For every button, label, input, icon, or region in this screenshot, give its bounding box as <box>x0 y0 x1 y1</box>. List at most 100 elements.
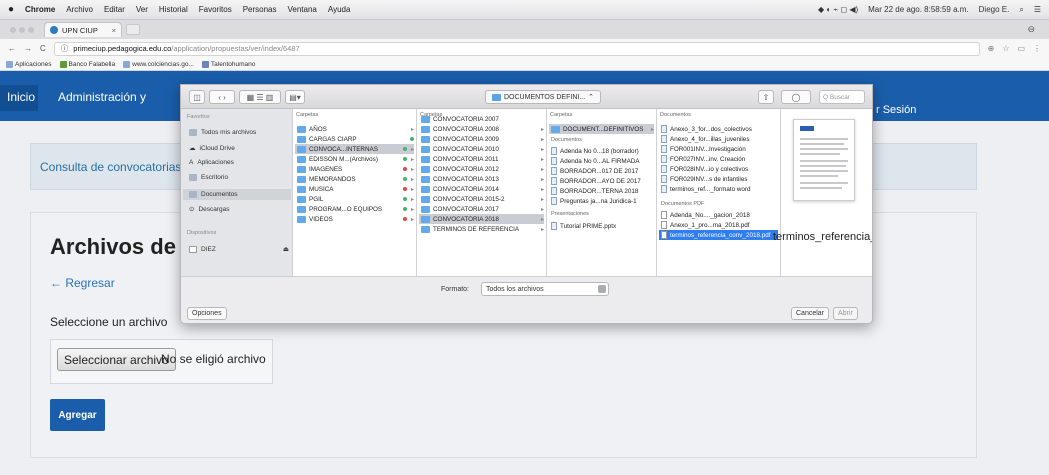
sidebar-item-downloads[interactable]: ⊙ Descargas <box>189 205 230 214</box>
close-icon[interactable]: × <box>112 26 116 35</box>
folder-row[interactable]: EDISSON M...(Archivos) ▸ <box>295 154 414 164</box>
file-row[interactable]: FOR027INV...inv. Creación <box>659 154 778 164</box>
file-row[interactable]: BORRADOR...AYO DE 2017 <box>549 176 654 186</box>
folder-row[interactable]: CONVOCATORIA 2010 ▸ <box>419 144 544 154</box>
zoom-icon[interactable]: ⊕ <box>988 44 995 53</box>
file-row[interactable]: Adenda_No...._gacion_2018 <box>659 210 778 220</box>
address-bar-row: ← → C ⓘ primeciup.pedagogica.edu.co/appl… <box>0 39 1049 58</box>
menu-item[interactable]: Ventana <box>288 5 317 14</box>
window-controls[interactable] <box>10 26 34 33</box>
nav-admin-link[interactable]: Administración y <box>58 90 146 104</box>
file-row-selected[interactable]: terminos_referencia_conv_2018.pdf <box>659 230 778 240</box>
file-row[interactable]: Anexo_4_for...illas_juveniles <box>659 134 778 144</box>
folder-row[interactable]: CONVOCATORIA 2017 ▸ <box>419 204 544 214</box>
sidebar-item-device[interactable]: DIEZ ⏏ <box>189 245 289 253</box>
bookmark-item[interactable]: Banco Falabella <box>59 60 115 68</box>
file-row[interactable]: FOR001INV...Investigación <box>659 144 778 154</box>
menu-item[interactable]: Archivo <box>66 5 93 14</box>
menu-item[interactable]: Editar <box>104 5 125 14</box>
menu-item[interactable]: Ayuda <box>328 5 351 14</box>
menu-app-name[interactable]: Chrome <box>25 5 55 14</box>
folder-row[interactable]: IMAGENES ▸ <box>295 164 414 174</box>
star-icon[interactable]: ☆ <box>1002 44 1009 53</box>
arrange-icon[interactable]: ▤▾ <box>285 90 305 104</box>
folder-row-selected[interactable]: CONVOCA...INTERNAS ▸ <box>295 144 414 154</box>
folder-row[interactable]: MEMORANDOS ▸ <box>295 174 414 184</box>
format-select[interactable]: Todos los archivos <box>481 282 609 296</box>
bookmark-item[interactable]: Talentohumano <box>201 60 255 68</box>
folder-row[interactable]: PGIL ▸ <box>295 194 414 204</box>
file-row[interactable]: Adenda No 0...18 (borrador) <box>549 146 654 156</box>
nav-home-link[interactable]: Inicio <box>0 85 38 111</box>
folder-row[interactable]: CONVOCATORIA 2012 ▸ <box>419 164 544 174</box>
spotlight-icon[interactable]: ⌕ <box>1019 5 1023 15</box>
folder-row-selected[interactable]: CONVOCATORIA 2018 ▸ <box>419 214 544 224</box>
folder-row[interactable]: CONVOCATORIA 2011 ▸ <box>419 154 544 164</box>
new-tab-button[interactable] <box>126 24 140 35</box>
file-row[interactable]: terminos_ref..._formato word <box>659 184 778 194</box>
sidebar-item-documents[interactable]: Documentos <box>183 189 291 200</box>
folder-row[interactable]: CONVOCATORIA 2008 ▸ <box>419 124 544 134</box>
add-button[interactable]: Agregar <box>50 399 105 431</box>
folder-row[interactable]: PROGRAM...O EQUIPOS ▸ <box>295 204 414 214</box>
sidebar-item-desktop[interactable]: Escritorio <box>189 174 228 181</box>
back-icon[interactable]: ← <box>8 44 16 53</box>
cancel-button[interactable]: Cancelar <box>791 307 830 320</box>
apple-icon[interactable]: ● <box>8 4 14 15</box>
file-row[interactable]: Tutorial PRIME.pptx <box>549 221 654 231</box>
file-row[interactable]: Anexo_1_pro...ma_2018.pdf <box>659 220 778 230</box>
file-row[interactable]: Adenda No 0...AL FIRMADA <box>549 156 654 166</box>
folder-row[interactable]: CONVOCATORIA 2009 ▸ <box>419 134 544 144</box>
dialog-search-input[interactable]: Q Buscar <box>819 90 865 104</box>
sidebar-item-apps[interactable]: A Aplicaciones <box>189 159 234 166</box>
file-row[interactable]: FOR028INV...io y colectivos <box>659 164 778 174</box>
menu-user[interactable]: Diego E. <box>979 5 1010 14</box>
file-row[interactable]: BORRADOR...TERNA 2018 <box>549 186 654 196</box>
file-row[interactable]: BORRADOR...017 DE 2017 <box>549 166 654 176</box>
folder-row[interactable]: VIDEOS ▸ <box>295 214 414 224</box>
choose-file-button[interactable]: Seleccionar archivo <box>57 348 176 371</box>
browser-tab[interactable]: UPN CIUP × <box>44 22 122 37</box>
cast-icon[interactable]: ▭ <box>1017 44 1025 53</box>
file-row[interactable]: FOR029INV...s de infantiles <box>659 174 778 184</box>
open-button[interactable]: Abrir <box>833 307 858 320</box>
status-icons[interactable]: ◆ ◐ ⌁ ◻ ◀) <box>818 5 858 14</box>
forward-icon[interactable]: → <box>24 44 32 53</box>
menu-item[interactable]: Ver <box>136 5 148 14</box>
share-icon[interactable]: ⇧ <box>758 90 774 104</box>
sidebar-item-all-files[interactable]: Todos mis archivos <box>189 129 256 136</box>
folder-row-selected[interactable]: DOCUMENT...DEFINITIVOS ▸ <box>549 124 654 134</box>
view-mode-buttons[interactable]: ▦ ☰ ▥ <box>239 90 281 104</box>
file-row[interactable]: Preguntas ja...na Juridica-1 <box>549 196 654 206</box>
menu-item[interactable]: Personas <box>243 5 277 14</box>
menu-item[interactable]: Historial <box>159 5 188 14</box>
back-forward-buttons[interactable]: ‹ › <box>209 90 235 104</box>
folder-row[interactable]: TERMINOS DE REFERENCIA ▸ <box>419 224 544 234</box>
folder-row[interactable]: CONVOCATORIA 2014 ▸ <box>419 184 544 194</box>
location-popup[interactable]: DOCUMENTOS DEFINI... ⌃ <box>485 90 602 104</box>
folder-row[interactable]: CONVOCATORIA 2007 <box>419 114 544 124</box>
sidebar-toggle-icon[interactable]: ◫ <box>189 90 205 104</box>
menu-clock[interactable]: Mar 22 de ago. 8:58:59 a.m. <box>868 5 969 14</box>
folder-row[interactable]: CARGAS CIARP <box>295 134 414 144</box>
nav-logout-link[interactable]: r Sesión <box>876 104 916 116</box>
menu-icon[interactable]: ⋮ <box>1033 44 1041 53</box>
url-field[interactable]: ⓘ primeciup.pedagogica.edu.co/applicatio… <box>53 41 980 56</box>
folder-row[interactable]: AÑOS ▸ <box>295 124 414 134</box>
bookmark-item[interactable]: www.colciencias.go... <box>123 60 194 68</box>
profile-icon[interactable]: ⊖ <box>1027 24 1035 35</box>
tags-button[interactable]: ◯ <box>781 90 811 104</box>
options-button[interactable]: Opciones <box>187 307 227 320</box>
sidebar-item-icloud[interactable]: ☁ iCloud Drive <box>189 144 235 153</box>
file-row[interactable]: Anexo_3_for...dos_colectivos <box>659 124 778 134</box>
back-link[interactable]: ← Regresar <box>50 276 115 290</box>
folder-row[interactable]: CONVOCATORIA 2015-2 ▸ <box>419 194 544 204</box>
reload-icon[interactable]: C <box>40 44 46 53</box>
bookmark-apps[interactable]: Aplicaciones <box>6 60 52 68</box>
consulta-link[interactable]: Consulta de convocatorias <box>40 160 181 174</box>
eject-icon[interactable]: ⏏ <box>283 245 289 253</box>
folder-row[interactable]: CONVOCATORIA 2013 ▸ <box>419 174 544 184</box>
menu-item[interactable]: Favoritos <box>199 5 232 14</box>
notification-icon[interactable]: ☰ <box>1034 5 1041 14</box>
folder-row[interactable]: MUSICA ▸ <box>295 184 414 194</box>
